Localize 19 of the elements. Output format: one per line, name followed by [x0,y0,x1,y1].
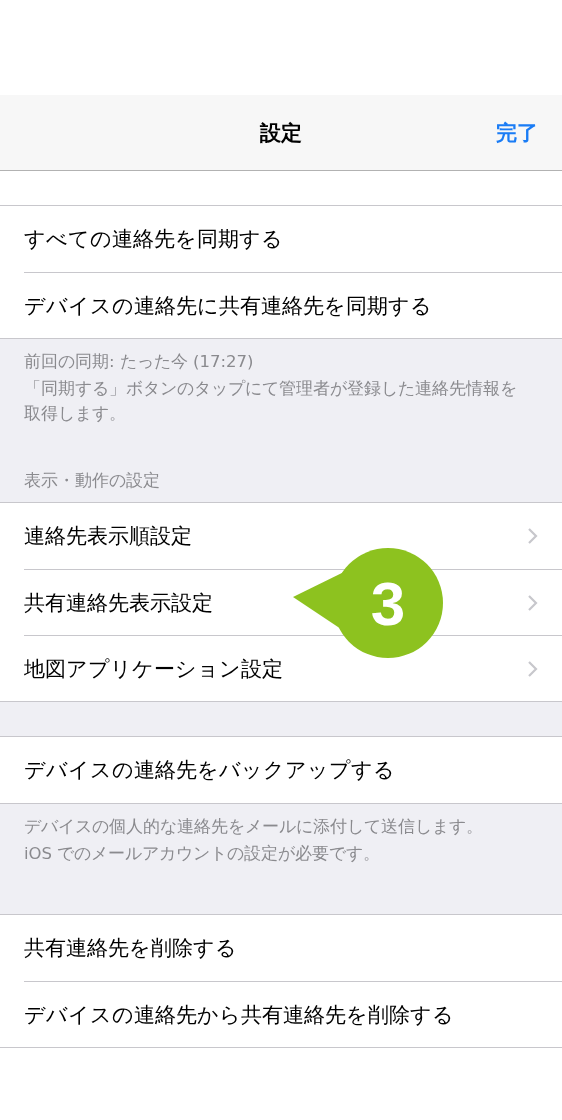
settings-item[interactable]: 共有連絡先を削除する [24,934,237,962]
settings-item[interactable]: デバイスの連絡先をバックアップする [24,756,395,784]
section-header: 表示・動作の設定 [23,470,161,492]
settings-item[interactable]: 連絡先表示順設定 [24,522,192,550]
chevron-icon [527,593,538,612]
done-button[interactable]: 完了 [496,118,538,147]
settings-item[interactable]: デバイスの連絡先から共有連絡先を削除する [24,1000,454,1029]
settings-item[interactable]: すべての連絡先を同期する [24,225,283,253]
chevron-icon [527,659,538,678]
callout-number: 3 [369,567,407,640]
settings-item[interactable]: デバイスの連絡先に共有連絡先を同期する [24,291,432,320]
footer-note: 「同期する」ボタンのタップにて管理者が登録した連絡先情報を取得します。 [24,378,518,425]
settings-item[interactable]: 地図アプリケーション設定 [24,654,283,683]
settings-item[interactable]: 共有連絡先表示設定 [24,588,213,617]
nav-title: 設定 [260,119,302,147]
footer-note: 前回の同期: たった今 (17:27) [24,351,255,373]
chevron-icon [527,527,538,545]
footer-note: デバイスの個人的な連絡先をメールに添付して送信します。 [24,816,484,838]
footer-note: iOS でのメールアカウントの設定が必要です。 [24,843,382,865]
